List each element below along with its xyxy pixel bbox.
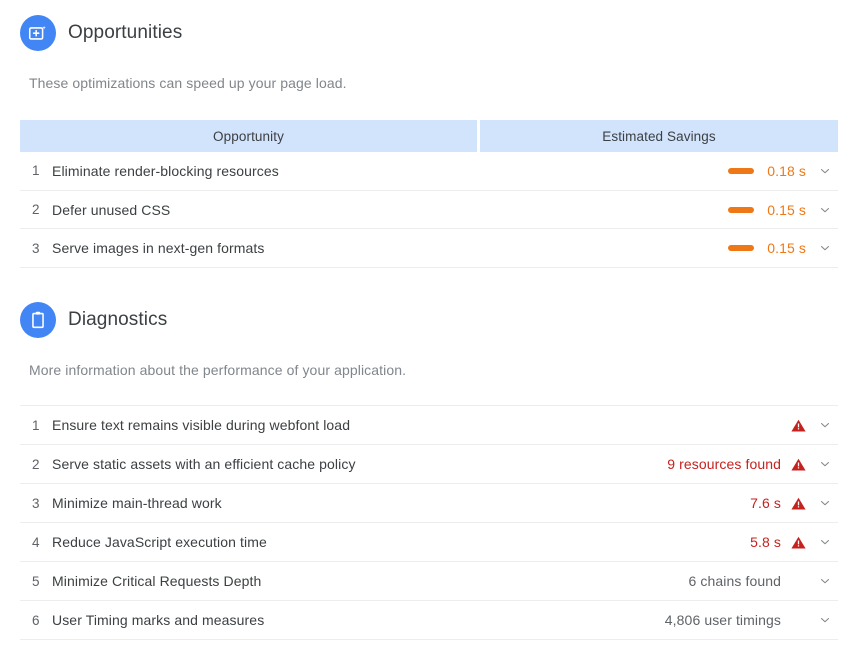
opportunity-savings: 0.15 s [728,201,838,219]
chevron-down-icon[interactable] [816,494,834,512]
table-row[interactable]: 2 Serve static assets with an efficient … [20,445,838,484]
chevron-down-icon[interactable] [816,455,834,473]
diagnostic-result: 7.6 s [750,494,838,512]
row-index: 2 [32,202,40,218]
row-index: 6 [32,612,40,628]
row-index: 3 [32,240,40,256]
diagnostic-result [781,416,838,434]
diagnostic-value: 9 resources found [667,456,781,472]
chevron-down-icon[interactable] [816,239,834,257]
diagnostic-label: Reduce JavaScript execution time [52,534,267,550]
savings-bar-icon [728,245,754,252]
chevron-down-icon[interactable] [816,416,834,434]
opportunities-title: Opportunities [68,22,183,43]
table-row[interactable]: 1 Ensure text remains visible during web… [20,406,838,445]
opportunity-savings: 0.18 s [728,162,838,180]
diagnostic-label: Serve static assets with an efficient ca… [52,456,356,472]
opportunities-section-header: Opportunities [20,15,182,51]
chevron-down-icon[interactable] [816,201,834,219]
opportunities-table: Opportunity Estimated Savings 1 Eliminat… [20,120,838,269]
savings-value: 0.15 s [767,201,806,218]
chevron-down-icon[interactable] [816,611,834,629]
table-row[interactable]: 4 Reduce JavaScript execution time 5.8 s [20,523,838,562]
chevron-down-icon[interactable] [816,572,834,590]
diagnostic-label: Minimize Critical Requests Depth [52,573,262,589]
opportunity-spark-icon [20,15,56,51]
table-row[interactable]: 6 User Timing marks and measures 4,806 u… [20,601,838,640]
lighthouse-report-page: Opportunities These optimizations can sp… [0,0,853,650]
savings-value: 0.15 s [767,240,806,257]
diagnostic-result: 6 chains found [689,572,838,590]
warning-triangle-icon [790,417,807,434]
table-row[interactable]: 3 Minimize main-thread work 7.6 s [20,484,838,523]
diagnostic-label: User Timing marks and measures [52,612,265,628]
diagnostic-result: 9 resources found [667,455,838,473]
diagnostics-description: More information about the performance o… [29,362,407,378]
opportunities-description: These optimizations can speed up your pa… [29,75,347,91]
column-header-estimated-savings: Estimated Savings [480,120,838,152]
warning-triangle-icon [790,456,807,473]
diagnostic-value: 4,806 user timings [664,612,781,628]
column-header-opportunity: Opportunity [20,120,477,152]
savings-bar-icon [728,206,754,213]
row-index: 4 [32,534,40,550]
diagnostics-title: Diagnostics [68,309,168,330]
clipboard-icon [20,302,56,338]
diagnostic-result: 4,806 user timings [665,611,838,629]
savings-bar-icon [728,167,754,174]
warning-triangle-icon [790,534,807,551]
opportunities-table-header: Opportunity Estimated Savings [20,120,838,152]
diagnostics-table: 1 Ensure text remains visible during web… [20,405,838,640]
diagnostics-section-header: Diagnostics [20,302,167,338]
chevron-down-icon[interactable] [816,533,834,551]
diagnostic-value: 6 chains found [688,573,781,589]
row-index: 3 [32,495,40,511]
opportunity-savings: 0.15 s [728,239,838,257]
opportunity-label: Defer unused CSS [52,201,171,218]
opportunity-label: Serve images in next-gen formats [52,240,265,257]
warning-triangle-icon [790,495,807,512]
diagnostic-value: 7.6 s [750,495,781,511]
opportunity-label: Eliminate render-blocking resources [52,162,279,179]
row-index: 5 [32,573,40,589]
diagnostic-label: Minimize main-thread work [52,495,222,511]
row-index: 1 [32,163,40,179]
row-index: 2 [32,456,40,472]
table-row[interactable]: 2 Defer unused CSS 0.15 s [20,191,838,230]
savings-value: 0.18 s [767,162,806,179]
chevron-down-icon[interactable] [816,162,834,180]
diagnostic-result: 5.8 s [750,533,838,551]
table-row[interactable]: 3 Serve images in next-gen formats 0.15 … [20,229,838,269]
row-index: 1 [32,417,40,433]
diagnostic-label: Ensure text remains visible during webfo… [52,417,351,433]
diagnostic-value: 5.8 s [750,534,781,550]
table-row[interactable]: 1 Eliminate render-blocking resources 0.… [20,152,838,191]
table-row[interactable]: 5 Minimize Critical Requests Depth 6 cha… [20,562,838,601]
